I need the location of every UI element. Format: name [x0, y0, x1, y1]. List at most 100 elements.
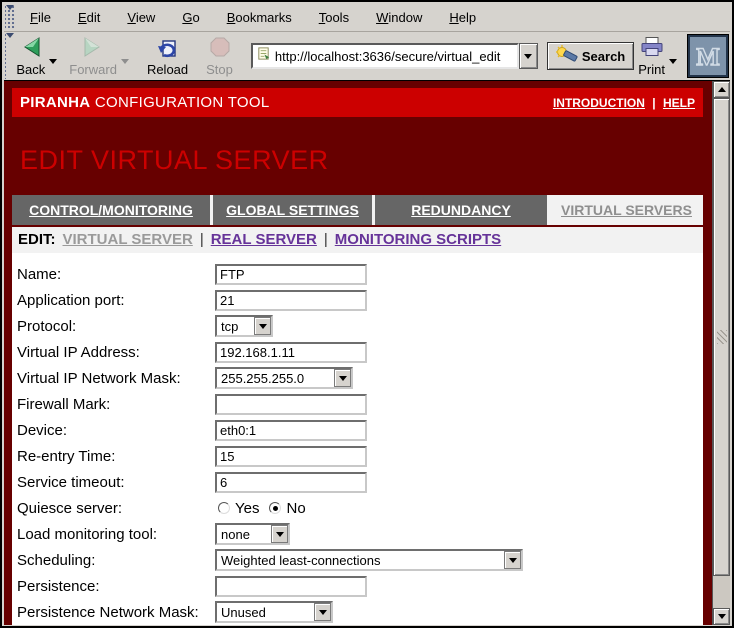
menu-edit[interactable]: Edit: [78, 10, 100, 25]
application-port-input[interactable]: [215, 290, 367, 311]
persistence-input[interactable]: [215, 576, 367, 597]
firewall-mark-label: Firewall Mark:: [17, 396, 215, 413]
search-icon: [556, 45, 578, 68]
forward-dropdown-arrow[interactable]: [121, 59, 129, 68]
search-button[interactable]: Search: [547, 42, 634, 70]
scrollbar-thumb[interactable]: [713, 98, 730, 576]
device-input[interactable]: [215, 420, 367, 441]
browser-viewport: PIRANHA CONFIGURATION TOOL INTRODUCTION …: [4, 80, 730, 625]
form-row: Protocol: tcp: [17, 313, 703, 339]
form-row: Re-entry Time:: [17, 443, 703, 469]
reload-button[interactable]: Reload: [143, 34, 192, 78]
menu-help[interactable]: Help: [449, 10, 476, 25]
mozilla-throbber-logo[interactable]: M: [687, 34, 729, 78]
print-icon: [639, 36, 665, 63]
quiesce-yes-radio[interactable]: Yes: [218, 500, 259, 517]
url-input[interactable]: http://localhost:3636/secure/virtual_edi…: [251, 43, 519, 69]
reentry-time-input[interactable]: [215, 446, 367, 467]
virtual-ip-label: Virtual IP Address:: [17, 344, 215, 361]
tab-global-settings[interactable]: GLOBAL SETTINGS: [213, 195, 372, 225]
url-text: http://localhost:3636/secure/virtual_edi…: [275, 49, 500, 64]
menu-tools[interactable]: Tools: [319, 10, 349, 25]
form-row: Device:: [17, 417, 703, 443]
navigation-toolbar: Back Forward Reload: [4, 32, 730, 80]
device-label: Device:: [17, 422, 215, 439]
back-button[interactable]: Back: [12, 34, 49, 78]
reload-icon: [156, 36, 180, 63]
help-link[interactable]: HELP: [663, 96, 695, 110]
service-timeout-input[interactable]: [215, 472, 367, 493]
url-page-icon: [256, 46, 271, 66]
tab-virtual-servers[interactable]: VIRTUAL SERVERS: [550, 195, 703, 225]
persistence-netmask-label: Persistence Network Mask:: [17, 604, 215, 621]
app-title: PIRANHA CONFIGURATION TOOL: [20, 94, 270, 111]
scroll-up-button[interactable]: [713, 81, 730, 98]
down-arrow-icon: [718, 614, 726, 623]
form-row: Virtual IP Network Mask: 255.255.255.0: [17, 365, 703, 391]
up-arrow-icon: [718, 83, 726, 92]
menu-file[interactable]: File: [30, 10, 51, 25]
dropdown-arrow-icon: [504, 551, 521, 569]
firewall-mark-input[interactable]: [215, 394, 367, 415]
url-bar: http://localhost:3636/secure/virtual_edi…: [251, 43, 538, 69]
toolbar-grippy[interactable]: [5, 33, 6, 79]
vip-netmask-label: Virtual IP Network Mask:: [17, 370, 215, 387]
tab-redundancy[interactable]: REDUNDANCY: [375, 195, 547, 225]
url-history-dropdown[interactable]: [519, 43, 538, 69]
link-separator: |: [652, 96, 655, 110]
protocol-select[interactable]: tcp: [215, 315, 273, 337]
menu-bar: File Edit View Go Bookmarks Tools Window…: [4, 4, 730, 32]
edit-subnav: EDIT: VIRTUAL SERVER | REAL SERVER | MON…: [12, 227, 703, 253]
form-row: Name:: [17, 261, 703, 287]
load-monitoring-label: Load monitoring tool:: [17, 526, 215, 543]
menu-window[interactable]: Window: [376, 10, 422, 25]
persistence-label: Persistence:: [17, 578, 215, 595]
subnav-separator: |: [200, 231, 204, 248]
load-monitoring-select[interactable]: none: [215, 523, 290, 545]
service-timeout-label: Service timeout:: [17, 474, 215, 491]
menu-bookmarks[interactable]: Bookmarks: [227, 10, 292, 25]
quiesce-no-radio[interactable]: No: [269, 500, 305, 517]
scroll-down-button[interactable]: [713, 608, 730, 625]
quiesce-radio-group: Yes No: [218, 500, 306, 517]
form-row: Virtual IP Address:: [17, 339, 703, 365]
menu-view[interactable]: View: [127, 10, 155, 25]
back-dropdown-arrow[interactable]: [49, 59, 57, 68]
protocol-label: Protocol:: [17, 318, 215, 335]
tab-control-monitoring[interactable]: CONTROL/MONITORING: [12, 195, 210, 225]
quiesce-server-label: Quiesce server:: [17, 500, 215, 517]
vertical-scrollbar[interactable]: [712, 81, 730, 625]
reentry-time-label: Re-entry Time:: [17, 448, 215, 465]
persistence-netmask-select[interactable]: Unused: [215, 601, 333, 623]
form-row: Application port:: [17, 287, 703, 313]
back-icon: [19, 36, 43, 63]
print-dropdown-arrow[interactable]: [669, 59, 677, 68]
svg-text:M: M: [696, 44, 720, 71]
introduction-link[interactable]: INTRODUCTION: [553, 96, 645, 110]
name-input[interactable]: [215, 264, 367, 285]
subnav-monitoring-scripts-link[interactable]: MONITORING SCRIPTS: [335, 231, 501, 248]
scheduling-label: Scheduling:: [17, 552, 215, 569]
form-row: Service timeout:: [17, 469, 703, 495]
radio-icon: [218, 502, 230, 514]
subnav-virtual-server: VIRTUAL SERVER: [63, 231, 193, 248]
dropdown-arrow-icon: [271, 525, 288, 543]
forward-button[interactable]: Forward: [65, 34, 121, 78]
virtual-ip-input[interactable]: [215, 342, 367, 363]
dropdown-arrow-icon: [314, 603, 331, 621]
main-tab-bar: CONTROL/MONITORING GLOBAL SETTINGS REDUN…: [12, 195, 703, 225]
application-port-label: Application port:: [17, 292, 215, 309]
dropdown-arrow-icon: [334, 369, 351, 387]
form-row: Persistence:: [17, 573, 703, 599]
print-button[interactable]: Print: [634, 34, 669, 78]
subnav-real-server-link[interactable]: REAL SERVER: [211, 231, 317, 248]
forward-icon: [81, 36, 105, 63]
form-row: Quiesce server: Yes No: [17, 495, 703, 521]
toolbar-grippy[interactable]: [5, 5, 16, 30]
stop-icon: [208, 36, 232, 63]
scheduling-select[interactable]: Weighted least-connections: [215, 549, 523, 571]
menu-go[interactable]: Go: [182, 10, 199, 25]
vip-netmask-select[interactable]: 255.255.255.0: [215, 367, 353, 389]
stop-button[interactable]: Stop: [202, 34, 237, 78]
app-header-bar: PIRANHA CONFIGURATION TOOL INTRODUCTION …: [12, 88, 703, 117]
